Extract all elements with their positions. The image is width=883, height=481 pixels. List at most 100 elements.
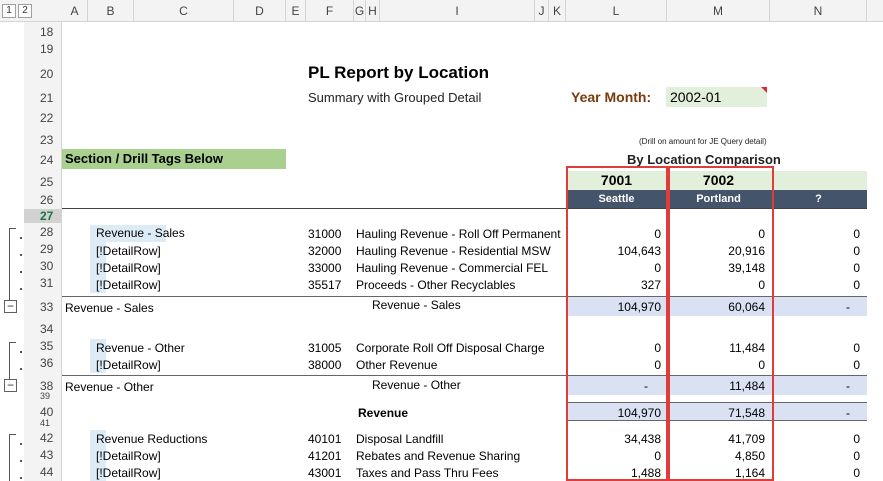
drill-tag: [!DetailRow]	[96, 244, 161, 258]
column-header-e[interactable]: E	[286, 0, 306, 22]
detail-dot	[20, 237, 22, 239]
row-number[interactable]: 30	[24, 259, 61, 273]
row-number[interactable]: 22	[24, 111, 61, 125]
row-number[interactable]: 25	[24, 175, 61, 189]
column-header-l[interactable]: L	[566, 0, 667, 22]
row-number[interactable]: 34	[24, 322, 61, 336]
column-header-c[interactable]: C	[134, 0, 234, 22]
drill-tag: Revenue - Other	[96, 341, 185, 355]
row-number[interactable]: 39	[24, 391, 61, 401]
detail-dot	[20, 351, 22, 353]
detail-dot	[20, 368, 22, 370]
group-bracket	[9, 228, 16, 301]
collapse-group-button[interactable]: −	[4, 300, 17, 313]
row-number[interactable]: 20	[24, 67, 61, 81]
row-number[interactable]: 24	[24, 153, 61, 167]
row-number[interactable]: 33	[24, 300, 61, 314]
amount-other[interactable]: 0	[770, 261, 860, 275]
drill-tag: Revenue Reductions	[96, 432, 208, 446]
account-description: Taxes and Pass Thru Fees	[356, 466, 499, 480]
subtotal-left-label: Revenue - Other	[65, 380, 154, 394]
row-number[interactable]: 28	[24, 225, 61, 239]
highlight-box-portland	[668, 166, 774, 481]
drill-tag: [!DetailRow]	[96, 261, 161, 275]
amount-other[interactable]: 0	[770, 227, 860, 241]
outline-level-1-button[interactable]: 1	[2, 4, 16, 18]
row-number[interactable]: 21	[24, 91, 61, 105]
drill-tag: Revenue - Sales	[90, 225, 185, 242]
column-header-h[interactable]: H	[366, 0, 380, 22]
amount-other[interactable]: 0	[770, 278, 860, 292]
account-number: 38000	[308, 358, 342, 372]
account-description: Rebates and Revenue Sharing	[356, 449, 521, 463]
drill-tag: [!DetailRow]	[96, 466, 161, 480]
row-number[interactable]: 40	[24, 405, 61, 419]
amount-other[interactable]: 0	[770, 341, 860, 355]
column-header-k[interactable]: K	[549, 0, 566, 22]
amount-other[interactable]: 0	[770, 449, 860, 463]
collapse-group-button[interactable]: −	[4, 379, 17, 392]
column-header-d[interactable]: D	[234, 0, 286, 22]
detail-dot	[20, 288, 22, 290]
total-other[interactable]: -	[770, 406, 850, 420]
total-label: Revenue	[358, 406, 409, 420]
drill-tag: [!DetailRow]	[96, 449, 161, 463]
account-number: 41201	[308, 449, 342, 463]
drill-note: (Drill on amount for JE Query detail)	[639, 137, 767, 146]
row-number-column: 18 19 20 21 22 23 24 25 26 27 28 29 30 3…	[24, 22, 62, 481]
row-number[interactable]: 42	[24, 431, 61, 445]
comparison-title: By Location Comparison	[627, 152, 781, 167]
column-header-j[interactable]: J	[535, 0, 549, 22]
account-description: Hauling Revenue - Roll Off Permanent	[356, 227, 561, 241]
subtotal-other[interactable]: -	[770, 300, 850, 314]
amount-other[interactable]: 0	[770, 466, 860, 480]
year-month-input[interactable]: 2002-01	[666, 87, 767, 107]
report-subtitle: Summary with Grouped Detail	[308, 90, 482, 105]
account-description: Hauling Revenue - Commercial FEL	[356, 261, 549, 275]
row-number-selected[interactable]: 27	[24, 209, 61, 223]
account-description: Corporate Roll Off Disposal Charge	[356, 341, 545, 355]
row-number[interactable]: 26	[24, 193, 61, 207]
column-header-m[interactable]: M	[667, 0, 770, 22]
row-number[interactable]: 19	[24, 42, 61, 56]
outline-level-2-button[interactable]: 2	[18, 4, 32, 18]
column-header-i[interactable]: I	[380, 0, 535, 22]
highlight-box-seattle	[566, 166, 668, 481]
amount-other[interactable]: 0	[770, 244, 860, 258]
row-number[interactable]: 18	[24, 25, 61, 39]
drill-tag: [!DetailRow]	[96, 358, 161, 372]
column-header-n[interactable]: N	[770, 0, 867, 22]
report-title: PL Report by Location	[308, 63, 490, 82]
row-number[interactable]: 23	[24, 133, 61, 147]
row-number[interactable]: 35	[24, 339, 61, 353]
row-number[interactable]: 31	[24, 276, 61, 290]
row-number[interactable]: 43	[24, 448, 61, 462]
amount-other[interactable]: 0	[770, 432, 860, 446]
subtotal-other[interactable]: -	[770, 379, 850, 393]
subtotal-label: Revenue - Sales	[372, 298, 461, 312]
row-number[interactable]: 36	[24, 356, 61, 370]
amount-other[interactable]: 0	[770, 358, 860, 372]
account-number: 31005	[308, 341, 342, 355]
section-header-bar: Section / Drill Tags Below	[62, 149, 286, 169]
row-number[interactable]: 44	[24, 465, 61, 479]
subtotal-left-label: Revenue - Sales	[65, 301, 154, 315]
account-description: Hauling Revenue - Residential MSW	[356, 244, 551, 258]
detail-dot	[20, 271, 22, 273]
column-header-g[interactable]: G	[354, 0, 366, 22]
detail-dot	[20, 443, 22, 445]
column-header-f[interactable]: F	[306, 0, 354, 22]
account-number: 35517	[308, 278, 342, 292]
column-header-b[interactable]: B	[88, 0, 134, 22]
location-code-other[interactable]	[770, 171, 867, 190]
account-number: 32000	[308, 244, 342, 258]
account-number: 43001	[308, 466, 342, 480]
account-description: Proceeds - Other Recyclables	[356, 278, 516, 292]
row-number[interactable]: 29	[24, 242, 61, 256]
group-bracket	[9, 342, 16, 379]
column-header-a[interactable]: A	[62, 0, 88, 22]
detail-dot	[20, 254, 22, 256]
year-month-label: Year Month:	[571, 89, 652, 105]
location-name-other: ?	[770, 190, 867, 208]
row-number[interactable]: 41	[24, 418, 61, 428]
